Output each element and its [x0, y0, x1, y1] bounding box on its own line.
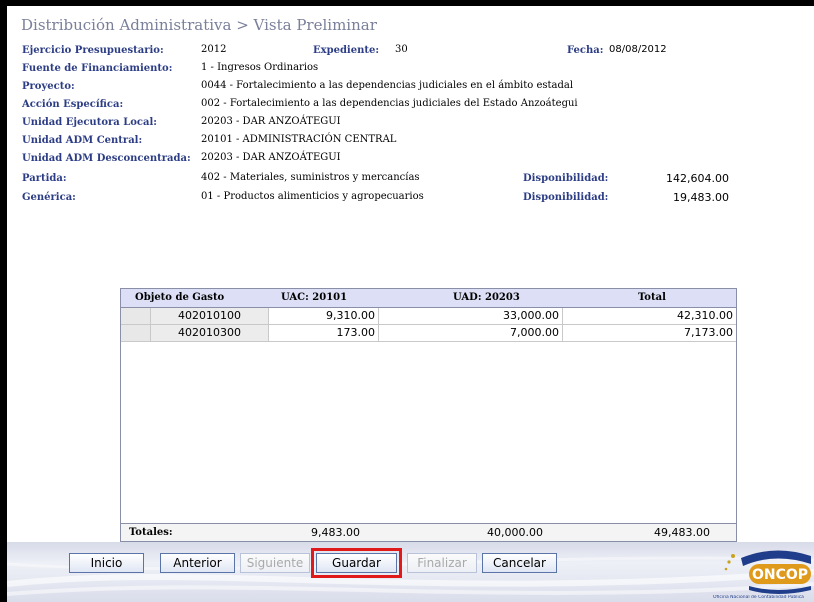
uac-label: Unidad ADM Central:	[22, 135, 143, 146]
cell-uac[interactable]: 173.00	[269, 325, 379, 341]
preview-window: Distribución Administrativa > Vista Prel…	[7, 6, 814, 602]
row-selector[interactable]	[121, 325, 151, 341]
generica-label: Genérica:	[22, 192, 76, 203]
distribution-table: Objeto de Gasto UAC: 20101 UAD: 20203 To…	[120, 288, 737, 542]
header-uad: UAD: 20203	[453, 292, 520, 303]
siguiente-button[interactable]: Siguiente	[240, 553, 310, 573]
ejercicio-label: Ejercicio Presupuestario:	[22, 45, 164, 56]
uel-value: 20203 - DAR ANZOÁTEGUI	[201, 116, 341, 127]
disponibilidad-generica-value: 19,483.00	[673, 191, 729, 204]
inicio-button[interactable]: Inicio	[69, 553, 144, 573]
table-header: Objeto de Gasto UAC: 20101 UAD: 20203 To…	[121, 289, 736, 308]
cell-code: 402010300	[151, 325, 269, 341]
header-total: Total	[638, 292, 666, 303]
expediente-value: 30	[395, 44, 408, 55]
accion-value: 002 - Fortalecimiento a las dependencias…	[201, 98, 578, 109]
disponibilidad-partida-label: Disponibilidad:	[523, 173, 609, 184]
generica-value: 01 - Productos alimenticios y agropecuar…	[201, 191, 424, 202]
totals-label: Totales:	[129, 527, 173, 538]
table-row[interactable]: 402010100 9,310.00 33,000.00 42,310.00	[121, 308, 736, 325]
guardar-button[interactable]: Guardar	[316, 553, 397, 573]
header-objeto: Objeto de Gasto	[135, 292, 225, 303]
cell-uad[interactable]: 7,000.00	[379, 325, 563, 341]
table-row[interactable]: 402010300 173.00 7,000.00 7,173.00	[121, 325, 736, 342]
uel-label: Unidad Ejecutora Local:	[22, 117, 157, 128]
header-uac: UAC: 20101	[281, 292, 348, 303]
fuente-label: Fuente de Financiamiento:	[22, 63, 173, 74]
fuente-value: 1 - Ingresos Ordinarios	[201, 62, 319, 73]
cell-total: 42,310.00	[677, 309, 733, 322]
page-title: Distribución Administrativa > Vista Prel…	[21, 16, 377, 34]
totals-uac: 9,483.00	[311, 526, 360, 539]
row-selector[interactable]	[121, 308, 151, 324]
cell-uac[interactable]: 9,310.00	[269, 308, 379, 324]
accion-label: Acción Específica:	[22, 99, 124, 110]
button-bar: Inicio Anterior Siguiente Guardar Finali…	[7, 542, 814, 602]
proyecto-label: Proyecto:	[22, 81, 75, 92]
ejercicio-value: 2012	[201, 44, 227, 55]
oncop-logo: ONCOP	[724, 550, 811, 594]
fecha-label: Fecha:	[567, 45, 604, 56]
cell-total: 7,173.00	[684, 326, 733, 339]
fecha-value: 08/08/2012	[609, 44, 667, 55]
partida-value: 402 - Materiales, suministros y mercancí…	[201, 172, 420, 183]
totals-uad: 40,000.00	[487, 526, 543, 539]
cell-code: 402010100	[151, 308, 269, 324]
uad-value: 20203 - DAR ANZOÁTEGUI	[201, 152, 341, 163]
logo-caption: Oficina Nacional de Contabilidad Pública	[713, 595, 804, 600]
totals-row: Totales: 9,483.00 40,000.00 49,483.00	[121, 523, 736, 541]
svg-text:ONCOP: ONCOP	[752, 567, 808, 583]
disponibilidad-generica-label: Disponibilidad:	[523, 192, 609, 203]
expediente-label: Expediente:	[313, 45, 380, 56]
uac-value: 20101 - ADMINISTRACIÓN CENTRAL	[201, 134, 397, 145]
uad-label: Unidad ADM Desconcentrada:	[22, 153, 191, 164]
cell-uad[interactable]: 33,000.00	[379, 308, 563, 324]
disponibilidad-partida-value: 142,604.00	[666, 172, 729, 185]
finalizar-button[interactable]: Finalizar	[407, 553, 477, 573]
partida-label: Partida:	[22, 173, 67, 184]
proyecto-value: 0044 - Fortalecimiento a las dependencia…	[201, 80, 574, 91]
totals-total: 49,483.00	[654, 526, 710, 539]
anterior-button[interactable]: Anterior	[160, 553, 235, 573]
cancelar-button[interactable]: Cancelar	[482, 553, 557, 573]
